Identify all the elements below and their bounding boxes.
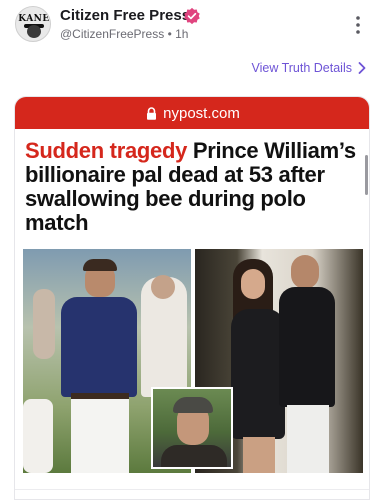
view-truth-details-link[interactable]: View Truth Details	[251, 61, 366, 75]
inset-jacket	[161, 445, 227, 467]
inset-cap	[173, 397, 213, 413]
author-handle[interactable]: @CitizenFreePress	[60, 27, 164, 41]
background-person-head	[151, 275, 175, 299]
avatar-logo-text: KANE	[18, 14, 50, 24]
post-header: KANE Citizen Free Press @CitizenFreePres…	[0, 0, 384, 56]
post-time[interactable]: 1h	[175, 27, 188, 41]
woman-face	[241, 269, 265, 299]
avatar[interactable]: KANE	[15, 6, 51, 42]
view-truth-details-label: View Truth Details	[251, 61, 352, 75]
main-person-shirt	[61, 297, 137, 397]
foreground-shoulder	[23, 399, 53, 473]
card-bottom-rule	[15, 489, 369, 490]
man-head	[291, 255, 319, 289]
man-shirt	[279, 287, 335, 407]
source-domain-bar[interactable]: nypost.com	[15, 97, 369, 129]
main-person-hair	[83, 259, 117, 271]
chevron-right-icon	[358, 62, 366, 74]
more-vertical-icon[interactable]	[352, 15, 364, 35]
article-headline[interactable]: Sudden tragedy Prince William’s billiona…	[25, 139, 365, 235]
lock-icon	[147, 106, 157, 120]
woman-dress	[231, 309, 285, 439]
source-domain: nypost.com	[163, 104, 240, 122]
inset-portrait	[151, 387, 233, 469]
author-handle-line: @CitizenFreePress • 1h	[60, 27, 188, 41]
author-name[interactable]: Citizen Free Press	[60, 7, 190, 24]
scrollbar-thumb[interactable]	[365, 155, 368, 195]
link-preview-card[interactable]: nypost.com Sudden tragedy Prince William…	[14, 96, 370, 500]
background-person	[33, 289, 55, 359]
avatar-face	[27, 25, 41, 38]
headline-kicker: Sudden tragedy	[25, 138, 188, 163]
woman-legs	[243, 437, 275, 473]
article-photo[interactable]	[23, 249, 363, 473]
verified-badge-icon	[184, 7, 200, 25]
man-trousers	[287, 405, 329, 473]
main-person-trousers	[71, 399, 129, 473]
meta-separator: •	[167, 27, 172, 41]
